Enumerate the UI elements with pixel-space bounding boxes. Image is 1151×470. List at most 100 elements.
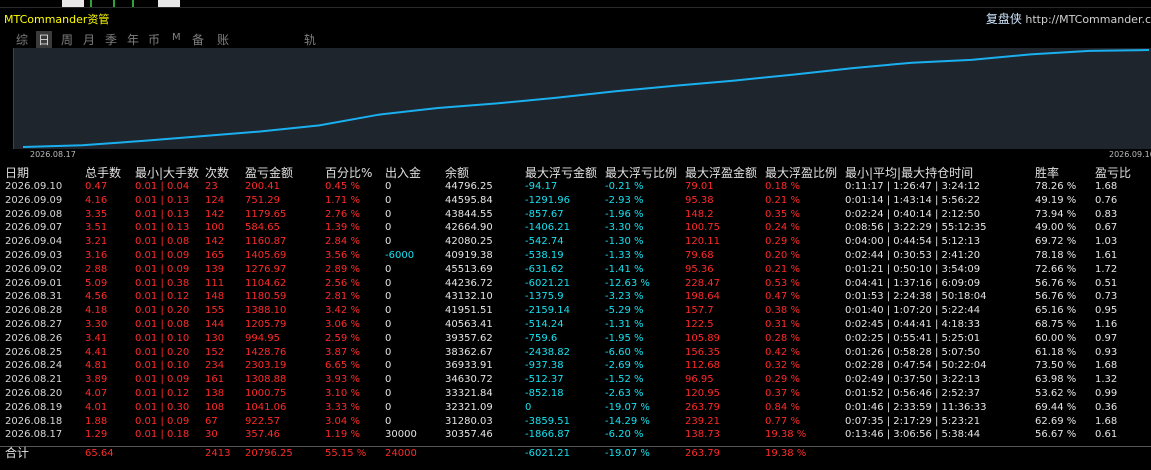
cell-date: 2026.08.28 xyxy=(5,305,63,317)
tab-currency[interactable]: 币 xyxy=(148,31,160,48)
cell-percent: 3.87 % xyxy=(325,346,360,358)
table-row[interactable]: 2026.09.07 3.51 0.01 | 0.13 100 584.65 1.39 %… xyxy=(0,221,1151,234)
cell-max-float-profit: 120.95 xyxy=(685,388,720,399)
cell-max-float-loss-pct: -1.41 % xyxy=(605,263,644,275)
cell-hold-time: 0:01:53 | 2:24:38 | 50:18:04 xyxy=(845,291,987,303)
tab-monthly[interactable]: 月 xyxy=(83,31,95,48)
tab-quarterly[interactable]: 季 xyxy=(105,31,117,48)
cell-min-max-lots: 0.01 | 0.09 xyxy=(135,263,190,275)
column-header-deposit[interactable]: 出入金 xyxy=(385,164,421,181)
table-row[interactable]: 2026.09.01 5.09 0.01 | 0.38 111 1104.62 2.56 … xyxy=(0,277,1151,290)
cell-balance: 31280.03 xyxy=(445,415,493,427)
column-header-pnl-ratio[interactable]: 盈亏比 xyxy=(1095,164,1131,181)
cell-max-float-loss: -631.62 xyxy=(525,263,564,275)
cell-pnl-ratio: 1.32 xyxy=(1095,374,1118,386)
column-header-count[interactable]: 次数 xyxy=(205,164,229,181)
table-row[interactable]: 2026.09.10 0.47 0.01 | 0.04 23 200.41 0.45 % 0… xyxy=(0,180,1151,193)
cell-date: 2026.08.24 xyxy=(5,360,63,372)
cell-max-float-loss-pct: -1.31 % xyxy=(605,319,644,330)
cell-pnl-ratio: 1.16 xyxy=(1095,319,1118,330)
cell-win-rate: 61.18 % xyxy=(1035,346,1077,358)
cell-date: 2026.08.19 xyxy=(5,401,63,413)
cell-date: 2026.08.27 xyxy=(5,319,63,330)
cell-count: 100 xyxy=(205,222,225,234)
cell-max-float-loss-pct: -2.63 % xyxy=(605,388,644,399)
column-header-total-lots[interactable]: 总手数 xyxy=(85,164,121,181)
table-row[interactable]: 2026.09.08 3.35 0.01 | 0.13 142 1179.65 2.76 … xyxy=(0,208,1151,221)
cell-total-lots: 3.16 xyxy=(85,250,108,261)
app-title: MTCommander资管 xyxy=(4,13,110,26)
table-row[interactable]: 2026.09.03 3.16 0.01 | 0.09 165 1405.69 3.56 … xyxy=(0,249,1151,262)
cell-count: 124 xyxy=(205,194,225,206)
equity-chart-svg xyxy=(12,48,1150,149)
cell-total-lots: 3.41 xyxy=(85,332,108,344)
table-row[interactable]: 2026.09.04 3.21 0.01 | 0.08 142 1160.87 2.84 … xyxy=(0,235,1151,248)
table-row[interactable]: 2026.08.26 3.41 0.01 | 0.10 130 994.95 2.59 %… xyxy=(0,332,1151,345)
table-row[interactable]: 2026.08.28 4.18 0.01 | 0.20 155 1388.10 3.42 … xyxy=(0,304,1151,317)
cell-max-float-profit: 122.5 xyxy=(685,319,714,330)
tab-daily[interactable]: 日 xyxy=(36,31,53,48)
cell-balance: 34630.72 xyxy=(445,374,493,386)
table-row[interactable]: 2026.08.31 4.56 0.01 | 0.12 148 1180.59 2.81 … xyxy=(0,290,1151,303)
tab-yearly[interactable]: 年 xyxy=(127,31,139,48)
column-header-max-float-loss-pct[interactable]: 最大浮亏比例 xyxy=(605,164,677,181)
table-row[interactable]: 2026.08.21 3.89 0.01 | 0.09 161 1308.88 3.93 … xyxy=(0,373,1151,386)
column-header-hold-time[interactable]: 最小|平均|最大持仓时间 xyxy=(845,164,973,181)
tab-summary[interactable]: 综 xyxy=(16,31,28,48)
column-header-max-float-profit[interactable]: 最大浮盈金额 xyxy=(685,164,757,181)
cell-count: 138 xyxy=(205,388,225,399)
cell-max-float-profit: 105.89 xyxy=(685,332,720,344)
table-row[interactable]: 2026.08.19 4.01 0.01 | 0.30 108 1041.06 3.33 … xyxy=(0,401,1151,414)
cell-max-float-loss-pct: -5.29 % xyxy=(605,305,644,317)
cell-max-float-profit-pct: 0.32 % xyxy=(765,360,800,372)
cell-max-float-loss: -1375.9 xyxy=(525,291,564,303)
cell-max-float-profit-pct: 0.24 % xyxy=(765,222,800,234)
table-row[interactable]: 2026.09.09 4.16 0.01 | 0.13 124 751.29 1.71 %… xyxy=(0,194,1151,207)
cell-max-float-profit-pct: 0.38 % xyxy=(765,305,800,317)
column-header-date[interactable]: 日期 xyxy=(5,164,29,181)
cell-max-float-loss: -857.67 xyxy=(525,208,564,220)
table-row[interactable]: 2026.08.25 4.41 0.01 | 0.20 152 1428.76 3.87 … xyxy=(0,346,1151,359)
cell-pnl-ratio: 0.61 xyxy=(1095,429,1118,441)
cell-max-float-profit-pct: 0.77 % xyxy=(765,415,800,427)
table-row[interactable]: 2026.09.02 2.88 0.01 | 0.09 139 1276.97 2.89 … xyxy=(0,263,1151,276)
column-header-max-float-loss[interactable]: 最大浮亏金额 xyxy=(525,164,597,181)
column-header-max-float-profit-pct[interactable]: 最大浮盈比例 xyxy=(765,164,837,181)
cell-win-rate: 72.66 % xyxy=(1035,263,1077,275)
cell-win-rate: 65.16 % xyxy=(1035,305,1077,317)
column-header-win-rate[interactable]: 胜率 xyxy=(1035,164,1059,181)
cell-max-float-profit-pct: 0.37 % xyxy=(765,388,800,399)
cell-max-float-loss-pct: -1.30 % xyxy=(605,236,644,248)
cell-hold-time: 0:02:24 | 0:40:14 | 2:12:50 xyxy=(845,208,981,220)
equity-line xyxy=(22,49,1150,148)
cell-balance: 45513.69 xyxy=(445,263,493,275)
cell-win-rate: 53.62 % xyxy=(1035,388,1077,399)
cell-deposit: 0 xyxy=(385,263,392,275)
cell-total-lots: 3.30 xyxy=(85,319,108,330)
cell-count: 142 xyxy=(205,236,225,248)
cell-deposit: 0 xyxy=(385,360,392,372)
tab-backup[interactable]: 备 xyxy=(192,31,204,48)
column-header-balance[interactable]: 余额 xyxy=(445,164,469,181)
column-header-min-max-lots[interactable]: 最小|大手数 xyxy=(135,164,199,181)
table-row[interactable]: 2026.08.24 4.81 0.01 | 0.10 234 2303.19 6.65 … xyxy=(0,359,1151,372)
brand-link[interactable]: 复盘侠 http://MTCommander.c xyxy=(986,10,1151,27)
table-row[interactable]: 2026.08.18 1.88 0.01 | 0.09 67 922.57 3.04 % 0… xyxy=(0,415,1151,428)
total-total-lots: 65.64 xyxy=(85,448,114,459)
table-row[interactable]: 2026.08.17 1.29 0.01 | 0.18 30 357.46 1.19 % 3… xyxy=(0,428,1151,441)
column-header-pnl[interactable]: 盈亏金额 xyxy=(245,164,293,181)
cell-max-float-profit: 96.95 xyxy=(685,374,714,386)
cell-total-lots: 3.35 xyxy=(85,208,108,220)
tab-weekly[interactable]: 周 xyxy=(61,31,73,48)
cell-max-float-profit-pct: 0.28 % xyxy=(765,332,800,344)
cell-max-float-loss-pct: -6.60 % xyxy=(605,346,644,358)
cell-max-float-loss-pct: -6.20 % xyxy=(605,429,644,441)
tab-m[interactable]: M xyxy=(172,32,181,43)
cell-max-float-profit: 239.21 xyxy=(685,415,720,427)
cell-min-max-lots: 0.01 | 0.13 xyxy=(135,222,190,234)
cell-percent: 1.19 % xyxy=(325,429,360,441)
table-row[interactable]: 2026.08.20 4.07 0.01 | 0.12 138 1000.75 3.10 … xyxy=(0,387,1151,400)
cell-pnl: 1205.79 xyxy=(245,319,287,330)
table-row[interactable]: 2026.08.27 3.30 0.01 | 0.08 144 1205.79 3.06 … xyxy=(0,318,1151,331)
column-header-percent[interactable]: 百分比% xyxy=(325,164,372,181)
